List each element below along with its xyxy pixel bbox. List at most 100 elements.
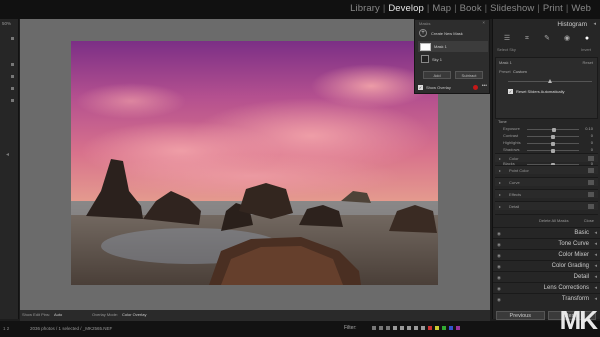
slider-knob[interactable]: [552, 127, 557, 132]
color-filter-red[interactable]: [428, 326, 432, 330]
color-filter-yellow[interactable]: [435, 326, 439, 330]
collapse-triangle-icon: ◂: [594, 296, 597, 302]
panel-tone-curve[interactable]: ◉ Tone Curve ◂: [493, 238, 600, 249]
close-masks-button[interactable]: Close: [584, 218, 594, 223]
collapse-left-icon[interactable]: ◂: [6, 151, 9, 158]
star-filter-icon[interactable]: [400, 326, 404, 330]
add-button[interactable]: Add: [423, 71, 451, 79]
module-library[interactable]: Library: [347, 3, 383, 14]
zoom-level[interactable]: 50%: [2, 21, 11, 26]
slider-track[interactable]: [527, 141, 579, 146]
flag-filter-icon[interactable]: [379, 326, 383, 330]
visibility-icon[interactable]: ◉: [497, 275, 501, 281]
section-effects[interactable]: ▸ Effects: [495, 189, 598, 198]
mask-item-mask-1[interactable]: Mask 1: [418, 41, 488, 52]
photo-preview[interactable]: [71, 41, 438, 285]
panel-transform[interactable]: ◉ Transform ◂: [493, 293, 600, 304]
slider-track[interactable]: [527, 148, 579, 153]
slider-value[interactable]: 0: [591, 133, 593, 138]
healing-icon[interactable]: ✎: [543, 34, 552, 43]
toggle-icon[interactable]: [588, 156, 594, 161]
show-edit-pins-dropdown[interactable]: Auto: [54, 312, 62, 317]
visibility-icon[interactable]: ◉: [497, 242, 501, 248]
amount-slider[interactable]: [508, 79, 592, 83]
create-new-mask-button[interactable]: + Create New Mask: [419, 28, 487, 38]
toggle-icon[interactable]: [588, 192, 594, 197]
flag-filter-icon[interactable]: [372, 326, 376, 330]
mask-component-sky-1[interactable]: Sky 1: [421, 54, 487, 64]
star-filter-icon[interactable]: [421, 326, 425, 330]
visibility-icon[interactable]: ◉: [497, 286, 501, 292]
collapse-triangle-icon: ◂: [594, 274, 597, 280]
slider-knob[interactable]: [551, 148, 555, 153]
source-path[interactable]: 2036 photos / 1 selected / _MK2565.NEF: [30, 326, 112, 331]
overlay-color-swatch[interactable]: [473, 85, 478, 90]
panel-lens-corrections[interactable]: ◉ Lens Corrections ◂: [493, 282, 600, 293]
toggle-icon[interactable]: [588, 180, 594, 185]
toggle-icon[interactable]: [588, 168, 594, 173]
previous-button[interactable]: Previous: [496, 311, 545, 320]
overlay-mode-dropdown[interactable]: Color Overlay: [122, 312, 146, 317]
reset-sliders-checkbox[interactable]: ✓: [508, 88, 513, 94]
visibility-icon[interactable]: ◉: [497, 297, 501, 303]
red-eye-icon[interactable]: ◉: [563, 34, 572, 43]
masking-icon[interactable]: ●: [583, 34, 592, 43]
subtract-button[interactable]: Subtract: [455, 71, 483, 79]
slider-value[interactable]: 0: [591, 147, 593, 152]
toggle-icon[interactable]: [588, 204, 594, 209]
panel-detail[interactable]: ◉ Detail ◂: [493, 271, 600, 282]
visibility-icon[interactable]: ◉: [497, 253, 501, 259]
section-curve[interactable]: ▸ Curve: [495, 177, 598, 186]
invert-checkbox[interactable]: Invert: [581, 47, 591, 52]
rail-handle-icon[interactable]: [11, 37, 14, 40]
flag-filter-icon[interactable]: [386, 326, 390, 330]
panel-color-mixer[interactable]: ◉ Color Mixer ◂: [493, 249, 600, 260]
section-label: Color: [509, 156, 519, 161]
tool-strip: ☰ ⌗ ✎ ◉ ●: [497, 32, 597, 45]
preset-dropdown[interactable]: Custom: [513, 69, 527, 74]
module-develop[interactable]: Develop: [385, 3, 427, 14]
edit-sliders-icon[interactable]: ☰: [503, 34, 512, 43]
color-filter-blue[interactable]: [449, 326, 453, 330]
slider-label: Contrast: [503, 133, 519, 138]
panel-color-grading[interactable]: ◉ Color Grading ◂: [493, 260, 600, 271]
histogram-header[interactable]: Histogram ◂: [493, 19, 600, 30]
visibility-icon[interactable]: ◉: [497, 264, 501, 270]
module-print[interactable]: Print: [540, 3, 566, 14]
section-detail[interactable]: ▸ Detail: [495, 201, 598, 210]
panel-basic[interactable]: ◉ Basic ◂: [493, 227, 600, 238]
module-slideshow[interactable]: Slideshow: [487, 3, 537, 14]
slider-value[interactable]: 0.10: [585, 126, 593, 131]
section-color[interactable]: ▸ Color: [495, 153, 598, 162]
module-map[interactable]: Map: [429, 3, 454, 14]
select-sky-label[interactable]: Select Sky: [497, 47, 516, 52]
module-book[interactable]: Book: [457, 3, 485, 14]
color-filter-purple[interactable]: [456, 326, 460, 330]
display-selector[interactable]: 1 2: [3, 326, 9, 331]
expand-arrow-icon: ▸: [499, 180, 502, 185]
slider-track[interactable]: [527, 127, 579, 132]
masks-close-icon[interactable]: ×: [482, 20, 485, 25]
slider-track[interactable]: [527, 134, 579, 139]
visibility-icon[interactable]: ◉: [497, 231, 501, 237]
slider-knob[interactable]: [551, 134, 555, 139]
show-overlay-checkbox[interactable]: ✓: [418, 85, 423, 90]
slider-knob[interactable]: [551, 141, 555, 146]
rail-handle-icon[interactable]: [11, 63, 14, 66]
color-filter-green[interactable]: [442, 326, 446, 330]
module-web[interactable]: Web: [568, 3, 594, 14]
star-filter-icon[interactable]: [414, 326, 418, 330]
rail-handle-icon[interactable]: [11, 87, 14, 90]
crop-icon[interactable]: ⌗: [523, 34, 532, 43]
star-filter-icon[interactable]: [407, 326, 411, 330]
rail-handle-icon[interactable]: [11, 75, 14, 78]
tone-header[interactable]: Tone: [498, 119, 507, 124]
reset-link[interactable]: Reset: [583, 60, 593, 65]
star-filter-icon[interactable]: [393, 326, 397, 330]
more-options-icon[interactable]: •••: [482, 83, 487, 89]
delete-all-masks-button[interactable]: Delete All Masks: [539, 218, 569, 223]
rail-handle-icon[interactable]: [11, 99, 14, 102]
section-point-color[interactable]: ▸ Point Color: [495, 165, 598, 174]
slider-value[interactable]: 0: [591, 140, 593, 145]
amount-slider-knob[interactable]: [547, 79, 552, 83]
